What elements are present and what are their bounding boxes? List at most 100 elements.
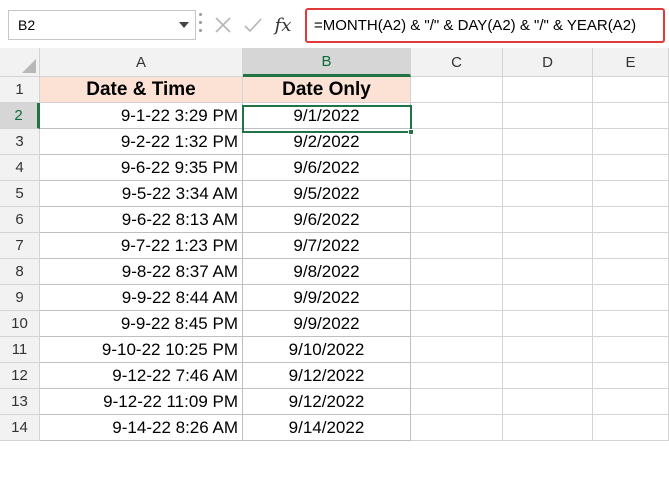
cell-b1[interactable]: Date Only — [243, 77, 411, 103]
cell-d5[interactable] — [503, 181, 593, 207]
cell-a6[interactable]: 9-6-22 8:13 AM — [40, 207, 243, 233]
cell-c1[interactable] — [411, 77, 503, 103]
cell-b5[interactable]: 9/5/2022 — [243, 181, 411, 207]
cell-a3[interactable]: 9-2-22 1:32 PM — [40, 129, 243, 155]
cell-e13[interactable] — [593, 389, 669, 415]
cell-b4[interactable]: 9/6/2022 — [243, 155, 411, 181]
cell-b7[interactable]: 9/7/2022 — [243, 233, 411, 259]
insert-function-icon[interactable]: fx — [269, 11, 297, 39]
cell-d10[interactable] — [503, 311, 593, 337]
cell-c3[interactable] — [411, 129, 503, 155]
cell-b9[interactable]: 9/9/2022 — [243, 285, 411, 311]
cell-e4[interactable] — [593, 155, 669, 181]
cell-b12[interactable]: 9/12/2022 — [243, 363, 411, 389]
cell-a13[interactable]: 9-12-22 11:09 PM — [40, 389, 243, 415]
cell-a11[interactable]: 9-10-22 10:25 PM — [40, 337, 243, 363]
cell-e2[interactable] — [593, 103, 669, 129]
cell-e6[interactable] — [593, 207, 669, 233]
cell-c8[interactable] — [411, 259, 503, 285]
row-header-4[interactable]: 4 — [0, 155, 40, 181]
cell-d6[interactable] — [503, 207, 593, 233]
cell-a4[interactable]: 9-6-22 9:35 PM — [40, 155, 243, 181]
cell-d12[interactable] — [503, 363, 593, 389]
column-header-e[interactable]: E — [593, 48, 669, 77]
name-box-value: B2 — [18, 17, 36, 33]
cell-c5[interactable] — [411, 181, 503, 207]
cell-c4[interactable] — [411, 155, 503, 181]
row-header-11[interactable]: 11 — [0, 337, 40, 363]
cell-d13[interactable] — [503, 389, 593, 415]
cell-e3[interactable] — [593, 129, 669, 155]
cell-c7[interactable] — [411, 233, 503, 259]
cell-c10[interactable] — [411, 311, 503, 337]
row-header-8[interactable]: 8 — [0, 259, 40, 285]
row-header-5[interactable]: 5 — [0, 181, 40, 207]
drag-handle-icon[interactable] — [199, 13, 203, 37]
select-all-triangle-icon — [22, 59, 36, 73]
cell-a14[interactable]: 9-14-22 8:26 AM — [40, 415, 243, 441]
cell-d8[interactable] — [503, 259, 593, 285]
row-header-12[interactable]: 12 — [0, 363, 40, 389]
cell-e10[interactable] — [593, 311, 669, 337]
cell-a7[interactable]: 9-7-22 1:23 PM — [40, 233, 243, 259]
cell-a9[interactable]: 9-9-22 8:44 AM — [40, 285, 243, 311]
chevron-down-icon[interactable] — [179, 22, 189, 28]
column-header-c[interactable]: C — [411, 48, 503, 77]
cell-b13[interactable]: 9/12/2022 — [243, 389, 411, 415]
cell-b11[interactable]: 9/10/2022 — [243, 337, 411, 363]
cell-d1[interactable] — [503, 77, 593, 103]
checkmark-icon[interactable] — [239, 11, 267, 39]
cell-b2[interactable]: 9/1/2022 — [243, 103, 411, 129]
cell-b14[interactable]: 9/14/2022 — [243, 415, 411, 441]
cell-d3[interactable] — [503, 129, 593, 155]
formula-text: =MONTH(A2) & "/" & DAY(A2) & "/" & YEAR(… — [314, 17, 637, 34]
cell-b3[interactable]: 9/2/2022 — [243, 129, 411, 155]
cell-e14[interactable] — [593, 415, 669, 441]
row-header-3[interactable]: 3 — [0, 129, 40, 155]
cell-c2[interactable] — [411, 103, 503, 129]
cell-a8[interactable]: 9-8-22 8:37 AM — [40, 259, 243, 285]
name-box[interactable]: B2 — [8, 10, 196, 40]
row-header-2[interactable]: 2 — [0, 103, 40, 129]
cell-a2[interactable]: 9-1-22 3:29 PM — [40, 103, 243, 129]
cell-d9[interactable] — [503, 285, 593, 311]
row-header-10[interactable]: 10 — [0, 311, 40, 337]
column-header-a[interactable]: A — [40, 48, 243, 77]
cancel-icon[interactable] — [209, 11, 237, 39]
cell-d7[interactable] — [503, 233, 593, 259]
column-header-d[interactable]: D — [503, 48, 593, 77]
cell-c11[interactable] — [411, 337, 503, 363]
row-header-9[interactable]: 9 — [0, 285, 40, 311]
cell-a12[interactable]: 9-12-22 7:46 AM — [40, 363, 243, 389]
formula-input[interactable]: =MONTH(A2) & "/" & DAY(A2) & "/" & YEAR(… — [305, 8, 665, 43]
cell-e1[interactable] — [593, 77, 669, 103]
cell-b10[interactable]: 9/9/2022 — [243, 311, 411, 337]
cell-e7[interactable] — [593, 233, 669, 259]
row-header-7[interactable]: 7 — [0, 233, 40, 259]
cell-a1[interactable]: Date & Time — [40, 77, 243, 103]
select-all-button[interactable] — [0, 48, 40, 77]
cell-e9[interactable] — [593, 285, 669, 311]
cell-a5[interactable]: 9-5-22 3:34 AM — [40, 181, 243, 207]
cell-e8[interactable] — [593, 259, 669, 285]
cell-c13[interactable] — [411, 389, 503, 415]
row-header-6[interactable]: 6 — [0, 207, 40, 233]
cell-c6[interactable] — [411, 207, 503, 233]
cell-b6[interactable]: 9/6/2022 — [243, 207, 411, 233]
cell-d11[interactable] — [503, 337, 593, 363]
cell-c12[interactable] — [411, 363, 503, 389]
row-header-14[interactable]: 14 — [0, 415, 40, 441]
cell-a10[interactable]: 9-9-22 8:45 PM — [40, 311, 243, 337]
cell-e11[interactable] — [593, 337, 669, 363]
cell-d2[interactable] — [503, 103, 593, 129]
cell-c9[interactable] — [411, 285, 503, 311]
cell-c14[interactable] — [411, 415, 503, 441]
row-header-13[interactable]: 13 — [0, 389, 40, 415]
cell-e12[interactable] — [593, 363, 669, 389]
cell-b8[interactable]: 9/8/2022 — [243, 259, 411, 285]
row-header-1[interactable]: 1 — [0, 77, 40, 103]
column-header-b[interactable]: B — [243, 48, 411, 77]
cell-d14[interactable] — [503, 415, 593, 441]
cell-d4[interactable] — [503, 155, 593, 181]
cell-e5[interactable] — [593, 181, 669, 207]
